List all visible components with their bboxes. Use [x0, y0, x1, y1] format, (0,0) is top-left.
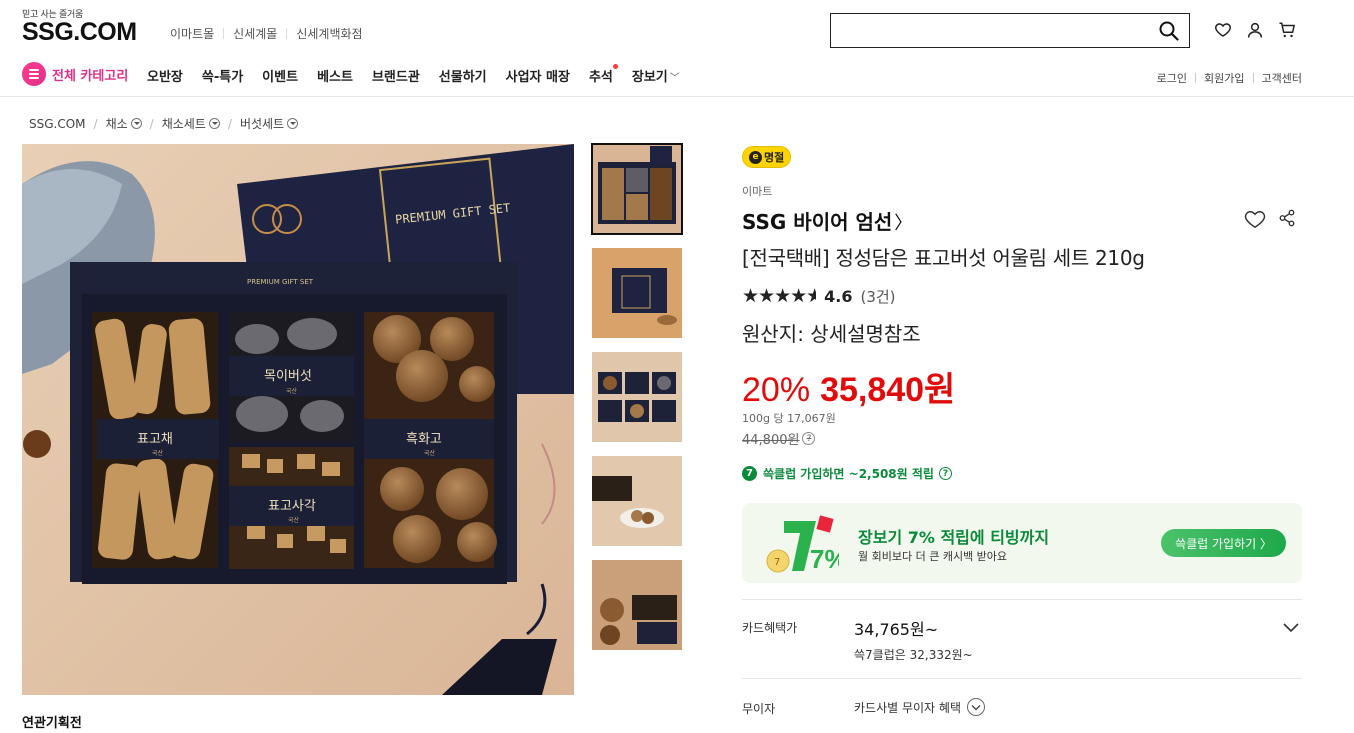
club-benefit-price: 쓱7클럽은 32,332원~: [854, 648, 973, 662]
emart-e-icon: e: [749, 150, 762, 164]
discount-rate: 20%: [742, 371, 811, 409]
seven-percent-art-icon: 7 7%: [764, 513, 848, 575]
thumbnail-3[interactable]: [592, 352, 682, 442]
divider: [286, 28, 288, 39]
dropdown-icon[interactable]: [130, 118, 142, 129]
thumbnail-list: [591, 143, 683, 664]
util-links: 로그인 회원가입 고객센터: [1157, 70, 1302, 86]
ssg-club-promo-banner[interactable]: 7 7% 장보기 7% 적립에 티빙까지 월 회비보다 더 큰 캐시백 받아요 …: [742, 503, 1302, 583]
svg-text:7%: 7%: [810, 544, 839, 574]
promo-subtitle: 월 회비보다 더 큰 캐시백 받아요: [858, 550, 1008, 563]
nav-item-gift[interactable]: 선물하기: [439, 66, 487, 85]
mall-links: 이마트몰 신세계몰 신세계백화점: [170, 25, 363, 42]
divider: [742, 599, 1302, 600]
chevron-down-icon: ﹀: [669, 73, 680, 84]
svg-text:국산: 국산: [288, 516, 300, 524]
cart-icon[interactable]: [1278, 21, 1296, 39]
dropdown-icon[interactable]: [287, 118, 299, 129]
customer-center-link[interactable]: 고객센터: [1262, 70, 1302, 86]
installment-label: 무이자: [742, 702, 776, 716]
nav-item-best[interactable]: 베스트: [317, 66, 353, 85]
share-icon[interactable]: [1278, 209, 1296, 233]
related-exhibition-title: 연관기획전: [22, 716, 82, 731]
thumbnail-4[interactable]: [592, 456, 682, 546]
mall-link-shinsegae[interactable]: 신세계몰: [233, 25, 277, 42]
nav-item-ssg-deal[interactable]: 쓱-특가: [202, 66, 243, 85]
header-divider: [0, 96, 1354, 97]
promo-title: 장보기 7% 적립에 티빙까지: [858, 528, 1050, 547]
divider: [223, 28, 225, 39]
sale-price: 35,840원: [820, 371, 956, 409]
search-input[interactable]: [831, 14, 1151, 47]
all-category-button[interactable]: 전체 카테고리: [22, 62, 128, 86]
nav-item-business[interactable]: 사업자 매장: [506, 66, 570, 85]
divider: [742, 678, 1302, 679]
svg-text:국산: 국산: [286, 387, 298, 395]
menu-icon: [22, 62, 46, 86]
header-icons: [1214, 21, 1296, 39]
star-rating-icon: ★★★★★: [742, 285, 817, 307]
label-heukhwago: 흑화고: [406, 432, 442, 447]
label-pyogosagak: 표고사각: [268, 499, 316, 514]
login-link[interactable]: 로그인: [1157, 70, 1187, 86]
card-benefit-price: 34,765원~: [854, 620, 939, 639]
nav-item-event[interactable]: 이벤트: [262, 66, 298, 85]
user-icon[interactable]: [1246, 21, 1264, 39]
ssg-club-point-info[interactable]: 7 쓱클럽 가입하면 ~2,508원 적립 ?: [742, 465, 952, 482]
breadcrumb: SSG.COM / 채소 / 채소세트 / 버섯세트: [29, 115, 299, 132]
dropdown-icon[interactable]: [208, 118, 220, 129]
search-icon[interactable]: [1159, 21, 1179, 45]
unit-price: 100g 당 17,067원: [742, 412, 836, 425]
review-count[interactable]: (3건): [860, 286, 895, 307]
join-ssg-club-button[interactable]: 쓱클럽 가입하기 〉: [1161, 529, 1286, 557]
product-actions: [1244, 209, 1296, 233]
nav-item-brand[interactable]: 브랜드관: [372, 66, 420, 85]
chevron-down-icon[interactable]: [1282, 618, 1300, 637]
label-mogibeoseot: 목이버섯: [264, 369, 312, 384]
search-box: [830, 13, 1190, 48]
holiday-badge: e 명절: [742, 146, 792, 168]
help-icon[interactable]: ?: [938, 467, 952, 480]
installment-benefit[interactable]: 카드사별 무이자 혜택: [854, 698, 985, 716]
brand-link[interactable]: SSG 바이어 엄선 〉: [742, 206, 912, 235]
svg-text:7: 7: [774, 557, 780, 568]
heart-icon[interactable]: [1214, 21, 1232, 39]
tray-text: PREMIUM GIFT SET: [247, 278, 314, 286]
thumbnail-1[interactable]: [591, 143, 683, 235]
main-nav: 오반장 쓱-특가 이벤트 베스트 브랜드관 선물하기 사업자 매장 추석 장보기…: [147, 64, 699, 85]
card-benefit-label: 카드혜택가: [742, 621, 798, 635]
seller-name[interactable]: 이마트: [742, 183, 772, 199]
chevron-right-icon: 〉: [894, 213, 913, 234]
thumbnail-2[interactable]: [592, 248, 682, 338]
label-pyogochae: 표고채: [137, 432, 173, 447]
chevron-down-circle-icon[interactable]: [967, 698, 985, 716]
nav-item-obanjang[interactable]: 오반장: [147, 66, 183, 85]
mall-link-emart[interactable]: 이마트몰: [170, 25, 214, 42]
signup-link[interactable]: 회원가입: [1204, 70, 1244, 86]
breadcrumb-vegetable-set[interactable]: 채소세트: [162, 115, 220, 132]
nav-item-grocery[interactable]: 장보기 ﹀: [632, 66, 680, 85]
all-category-label: 전체 카테고리: [52, 68, 129, 84]
breadcrumb-home[interactable]: SSG.COM: [29, 117, 86, 131]
original-price: 44,800원?: [742, 429, 816, 448]
mall-link-department[interactable]: 신세계백화점: [296, 25, 362, 42]
wishlist-heart-icon[interactable]: [1244, 209, 1266, 233]
breadcrumb-mushroom-set[interactable]: 버섯세트: [240, 115, 299, 132]
rating-value: 4.6: [824, 286, 853, 306]
rating-summary[interactable]: ★★★★★ 4.6 (3건): [742, 285, 896, 307]
thumbnail-5[interactable]: [592, 560, 682, 650]
help-icon[interactable]: ?: [802, 432, 816, 445]
ssg-club-icon: 7: [742, 466, 757, 481]
svg-text:국산: 국산: [424, 449, 436, 457]
product-title: [전국택배] 정성담은 표고버섯 어울림 세트 210g: [742, 246, 1145, 270]
origin-info: 원산지: 상세설명참조: [742, 322, 921, 346]
svg-text:국산: 국산: [152, 449, 164, 457]
breadcrumb-vegetable[interactable]: 채소: [106, 115, 142, 132]
product-main-image[interactable]: PREMIUM GIFT SET PREMIUM GIFT SET 표고채 국산…: [22, 144, 574, 695]
nav-item-chuseok[interactable]: 추석: [589, 64, 618, 85]
new-dot-icon: [612, 64, 618, 69]
ssg-logo[interactable]: SSG.COM: [22, 18, 137, 47]
price-row: 20% 35,840원: [742, 362, 955, 411]
